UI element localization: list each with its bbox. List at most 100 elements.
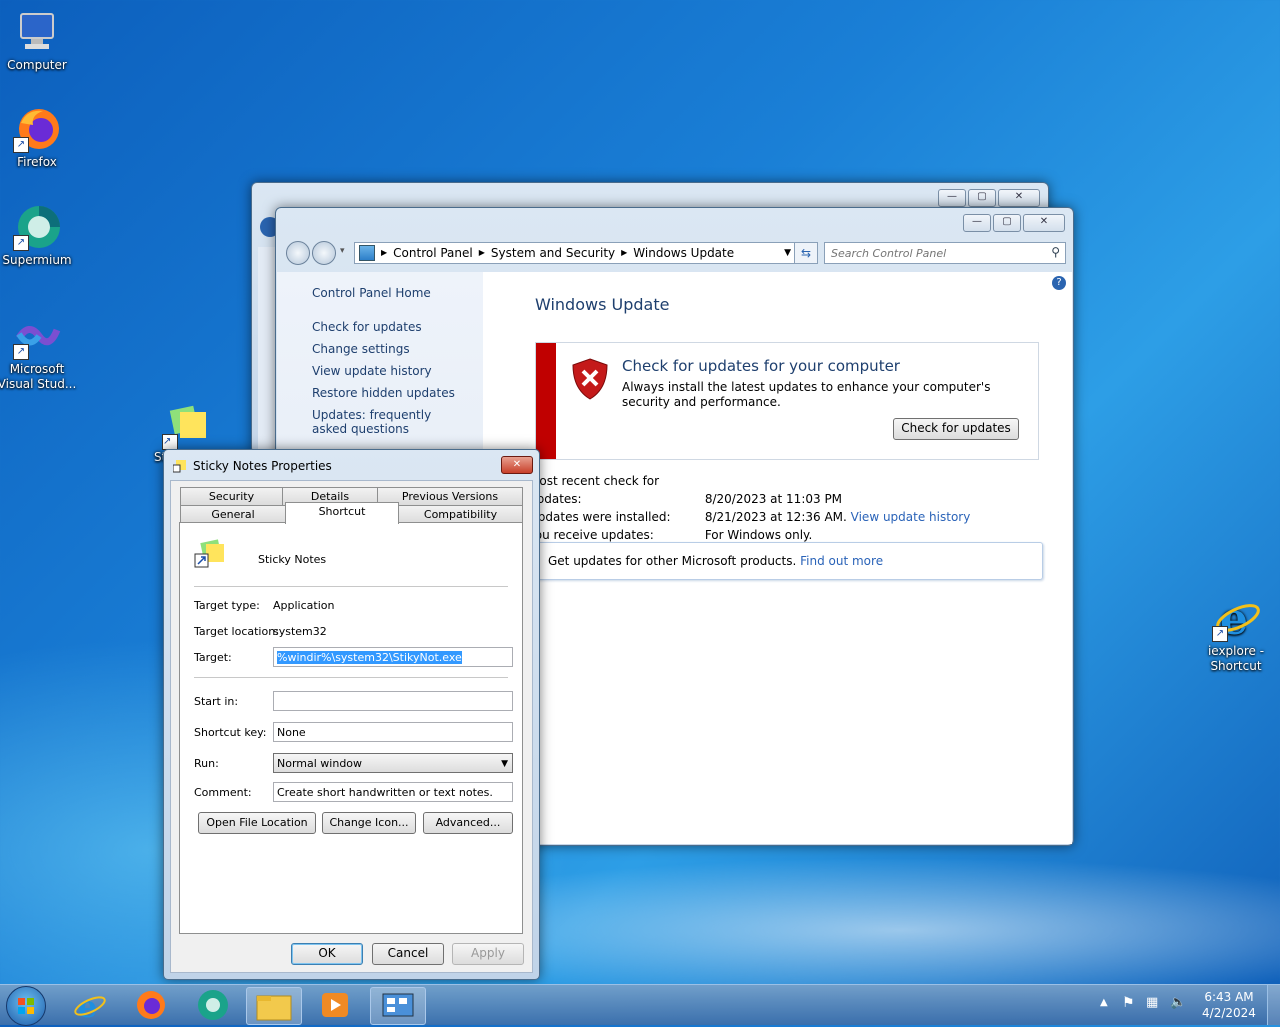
sticky-notes-properties-dialog[interactable]: Sticky Notes Properties ✕ Security Detai… xyxy=(163,449,540,980)
link-control-panel-home[interactable]: Control Panel Home xyxy=(312,286,483,300)
taskbar-control-panel[interactable] xyxy=(370,987,426,1025)
shortcut-key-field[interactable]: None xyxy=(273,722,513,742)
dialog-title-icon xyxy=(172,459,187,473)
taskbar-internet-explorer[interactable]: e xyxy=(63,987,117,1025)
clock-time: 6:43 AM xyxy=(1204,990,1254,1004)
clock[interactable]: 6:43 AM 4/2/2024 xyxy=(1196,989,1262,1021)
chevron-right-icon: ▶ xyxy=(381,248,388,257)
link-restore-hidden-updates[interactable]: Restore hidden updates xyxy=(312,386,483,400)
dropdown-arrow-icon: ▼ xyxy=(501,759,508,769)
target-location-value: system32 xyxy=(273,625,327,638)
start-button[interactable] xyxy=(6,986,46,1026)
control-panel-icon xyxy=(382,993,414,1017)
change-icon-button[interactable]: Change Icon... xyxy=(322,812,416,834)
desktop-icon-supermium[interactable]: ↗ Supermium xyxy=(0,203,77,268)
main-content: ? Windows Update Check for updates for y… xyxy=(483,272,1072,844)
breadcrumb-windows-update[interactable]: Windows Update xyxy=(633,243,734,263)
tab-security[interactable]: Security xyxy=(180,487,283,505)
taskbar-supermium[interactable] xyxy=(186,987,240,1023)
taskbar-windows-explorer[interactable] xyxy=(246,987,302,1025)
supermium-icon: ↗ xyxy=(13,203,61,251)
comment-field[interactable]: Create short handwritten or text notes. xyxy=(273,782,513,802)
taskbar-media-player[interactable] xyxy=(308,987,362,1023)
show-hidden-icons-button[interactable]: ▲ xyxy=(1100,997,1108,1008)
minimize-button[interactable]: — xyxy=(963,214,991,232)
divider xyxy=(194,677,508,678)
chevron-right-icon: ▶ xyxy=(621,248,628,257)
visual-studio-icon: ↗ xyxy=(13,312,61,360)
help-icon[interactable]: ? xyxy=(1052,276,1066,290)
back-button[interactable] xyxy=(286,241,310,265)
start-in-field[interactable] xyxy=(273,691,513,711)
info-row-installed: Updates were installed: 8/21/2023 at 12:… xyxy=(535,510,971,524)
cancel-button[interactable]: Cancel xyxy=(372,943,444,965)
desktop-icon-sticky-notes[interactable]: ↗ St xyxy=(148,402,210,464)
control-panel-icon xyxy=(359,245,375,261)
search-box[interactable]: ⚲ xyxy=(824,242,1066,264)
search-input[interactable] xyxy=(825,243,1033,263)
sticky-notes-icon: ↗ xyxy=(162,402,210,450)
supermium-icon xyxy=(198,990,228,1020)
desktop-icon-firefox[interactable]: ↗ Firefox xyxy=(0,105,77,170)
target-field[interactable]: %windir%\system32\StikyNot.exe xyxy=(273,647,513,667)
sticky-notes-icon xyxy=(194,538,226,573)
view-update-history-link[interactable]: View update history xyxy=(851,510,971,524)
breadcrumb-system-security[interactable]: System and Security xyxy=(491,243,615,263)
breadcrumb-control-panel[interactable]: Control Panel xyxy=(393,243,473,263)
check-for-updates-button[interactable]: Check for updates xyxy=(893,418,1019,440)
window-caption-buttons: — ▢ ✕ xyxy=(938,189,1040,207)
other-products-panel: Get updates for other Microsoft products… xyxy=(535,542,1043,580)
address-dropdown-icon[interactable]: ▼ xyxy=(784,243,791,263)
firefox-icon: ↗ xyxy=(13,105,61,153)
comment-label: Comment: xyxy=(194,786,252,799)
tab-compatibility[interactable]: Compatibility xyxy=(398,505,523,523)
internet-explorer-icon: e ↗ xyxy=(1212,594,1260,645)
target-type-label: Target type: xyxy=(194,599,260,612)
tab-shortcut[interactable]: Shortcut xyxy=(285,502,399,524)
tab-general[interactable]: General xyxy=(180,505,286,523)
minimize-button[interactable]: — xyxy=(938,189,966,207)
divider xyxy=(194,586,508,587)
firefox-icon xyxy=(137,991,165,1019)
find-out-more-link[interactable]: Find out more xyxy=(800,554,883,568)
target-value-selected: %windir%\system32\StikyNot.exe xyxy=(277,651,462,664)
forward-button[interactable] xyxy=(312,241,336,265)
link-change-settings[interactable]: Change settings xyxy=(312,342,483,356)
network-icon[interactable]: ▦ xyxy=(1146,995,1158,1010)
desktop-icon-label: Microsoft Visual Stud... xyxy=(0,362,77,391)
close-button[interactable]: ✕ xyxy=(1023,214,1065,232)
action-center-flag-icon[interactable]: ⚑ xyxy=(1122,995,1135,1011)
close-button[interactable]: ✕ xyxy=(501,456,533,474)
address-bar[interactable]: ▶ Control Panel ▶ System and Security ▶ … xyxy=(354,242,798,264)
recent-pages-dropdown[interactable]: ▾ xyxy=(340,246,345,256)
target-label: Target: xyxy=(194,651,232,664)
maximize-button[interactable]: ▢ xyxy=(993,214,1021,232)
desktop-icon-visual-studio[interactable]: ↗ Microsoft Visual Stud... xyxy=(0,312,77,392)
taskbar-firefox[interactable] xyxy=(124,987,178,1023)
page-title: Windows Update xyxy=(535,295,670,314)
close-button[interactable]: ✕ xyxy=(998,189,1040,207)
desktop-icon-iexplore[interactable]: e ↗ iexplore - Shortcut xyxy=(1196,594,1276,674)
desktop-icon-label: iexplore - Shortcut xyxy=(1207,644,1265,673)
svg-text:e: e xyxy=(78,990,97,1023)
show-desktop-button[interactable] xyxy=(1267,985,1280,1025)
apply-button[interactable]: Apply xyxy=(452,943,524,965)
update-alert-panel: Check for updates for your computer Alwa… xyxy=(535,342,1039,460)
ok-button[interactable]: OK xyxy=(291,943,363,965)
maximize-button[interactable]: ▢ xyxy=(968,189,996,207)
media-player-icon xyxy=(322,993,348,1017)
internet-explorer-icon: e xyxy=(74,990,106,1025)
link-check-for-updates[interactable]: Check for updates xyxy=(312,320,483,334)
link-view-update-history[interactable]: View update history xyxy=(312,364,483,378)
shield-error-icon xyxy=(570,357,610,404)
alert-heading: Check for updates for your computer xyxy=(622,357,900,375)
link-updates-faq[interactable]: Updates: frequently asked questions xyxy=(312,408,462,436)
open-file-location-button[interactable]: Open File Location xyxy=(198,812,316,834)
desktop-icon-computer[interactable]: Computer xyxy=(0,8,77,73)
search-icon[interactable]: ⚲ xyxy=(1051,245,1060,259)
alert-status-bar xyxy=(536,343,556,459)
advanced-button[interactable]: Advanced... xyxy=(423,812,513,834)
volume-muted-icon[interactable]: 🔈 xyxy=(1170,995,1186,1010)
run-select[interactable]: Normal window ▼ xyxy=(273,753,513,773)
refresh-button[interactable]: ⇆ xyxy=(794,242,818,264)
